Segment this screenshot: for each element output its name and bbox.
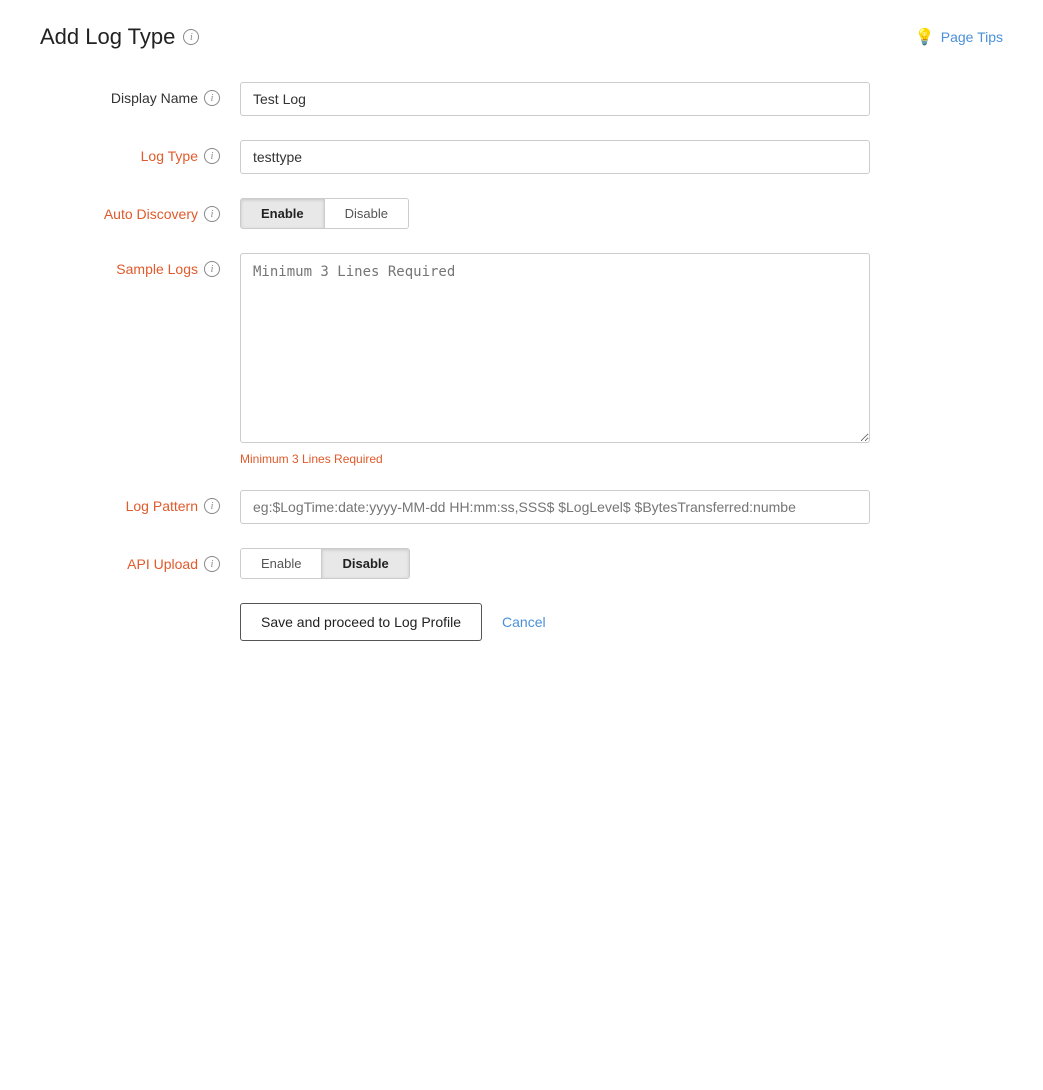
sample-logs-error: Minimum 3 Lines Required: [240, 452, 940, 466]
display-name-info-icon[interactable]: i: [204, 90, 220, 106]
log-pattern-input[interactable]: [240, 490, 870, 524]
sample-logs-label: Sample Logs i: [40, 253, 240, 277]
log-pattern-row: Log Pattern i: [40, 490, 940, 524]
form-container: Display Name i Log Type i Auto Discovery…: [40, 82, 940, 641]
display-name-label: Display Name i: [40, 82, 240, 106]
auto-discovery-enable-btn[interactable]: Enable: [241, 199, 325, 228]
auto-discovery-label: Auto Discovery i: [40, 198, 240, 222]
log-type-row: Log Type i: [40, 140, 940, 174]
api-upload-toggle-group: Enable Disable: [240, 548, 410, 579]
auto-discovery-disable-btn[interactable]: Disable: [325, 199, 408, 228]
page-header: Add Log Type i 💡 Page Tips: [40, 24, 1003, 50]
title-info-icon[interactable]: i: [183, 29, 199, 45]
api-upload-disable-btn[interactable]: Disable: [322, 549, 408, 578]
display-name-row: Display Name i: [40, 82, 940, 116]
auto-discovery-info-icon[interactable]: i: [204, 206, 220, 222]
sample-logs-info-icon[interactable]: i: [204, 261, 220, 277]
action-row: Save and proceed to Log Profile Cancel: [40, 603, 940, 641]
api-upload-label: API Upload i: [40, 548, 240, 572]
log-pattern-field: [240, 490, 940, 524]
bulb-icon: 💡: [915, 27, 935, 47]
save-proceed-button[interactable]: Save and proceed to Log Profile: [240, 603, 482, 641]
log-pattern-label: Log Pattern i: [40, 490, 240, 514]
log-type-field: [240, 140, 940, 174]
sample-logs-textarea[interactable]: [240, 253, 870, 443]
display-name-field: [240, 82, 940, 116]
display-name-input[interactable]: [240, 82, 870, 116]
log-type-label: Log Type i: [40, 140, 240, 164]
page-tips-label: Page Tips: [941, 29, 1003, 45]
sample-logs-row: Sample Logs i Minimum 3 Lines Required: [40, 253, 940, 466]
cancel-button[interactable]: Cancel: [502, 614, 546, 630]
auto-discovery-field: Enable Disable: [240, 198, 940, 229]
api-upload-info-icon[interactable]: i: [204, 556, 220, 572]
auto-discovery-row: Auto Discovery i Enable Disable: [40, 198, 940, 229]
page-title: Add Log Type i: [40, 24, 199, 50]
page-tips-link[interactable]: 💡 Page Tips: [915, 27, 1003, 47]
log-type-input[interactable]: [240, 140, 870, 174]
title-text: Add Log Type: [40, 24, 175, 50]
api-upload-enable-btn[interactable]: Enable: [241, 549, 322, 578]
log-pattern-info-icon[interactable]: i: [204, 498, 220, 514]
log-type-info-icon[interactable]: i: [204, 148, 220, 164]
api-upload-row: API Upload i Enable Disable: [40, 548, 940, 579]
auto-discovery-toggle-group: Enable Disable: [240, 198, 409, 229]
api-upload-field: Enable Disable: [240, 548, 940, 579]
sample-logs-field: Minimum 3 Lines Required: [240, 253, 940, 466]
